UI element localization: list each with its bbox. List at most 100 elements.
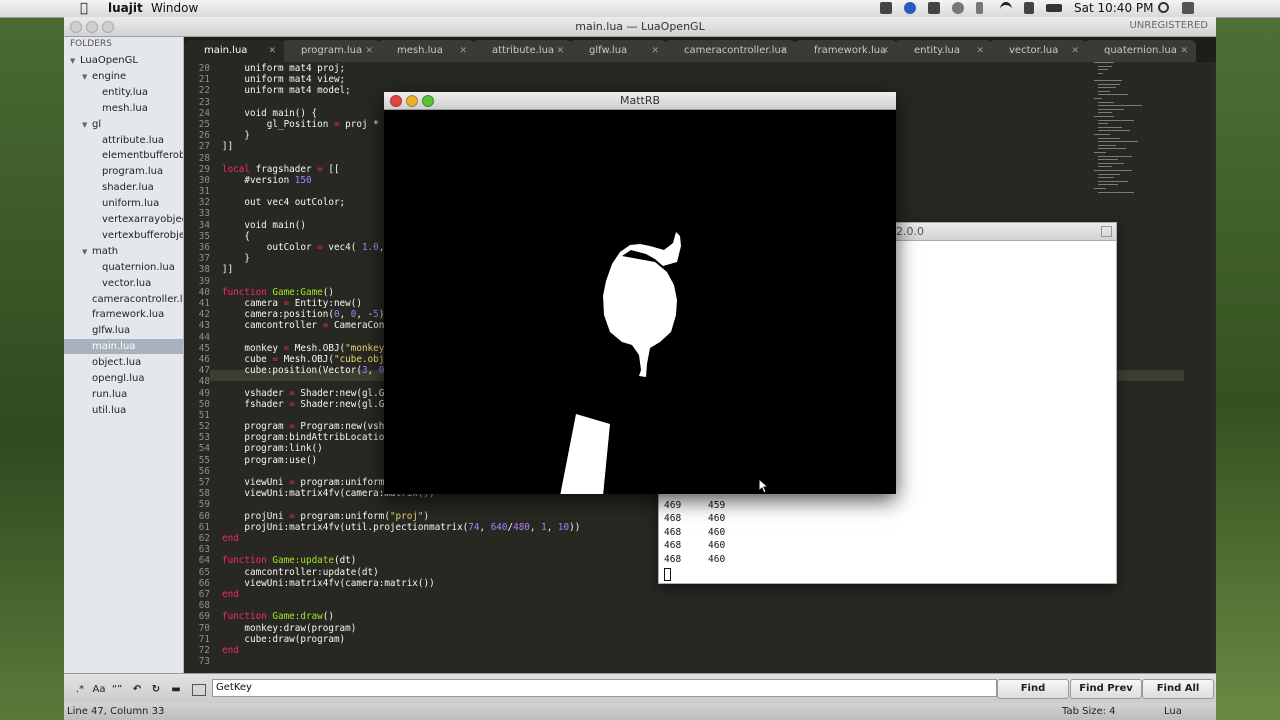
- code-line[interactable]: camcontroller:update(dt): [222, 567, 378, 578]
- minimap[interactable]: [1094, 62, 1160, 202]
- syntax-selector[interactable]: Lua: [1164, 706, 1182, 717]
- code-line[interactable]: {: [222, 231, 250, 242]
- find-all-button[interactable]: Find All: [1142, 679, 1214, 699]
- code-line[interactable]: monkey:draw(program): [222, 623, 356, 634]
- tab-program[interactable]: program.lua ✕: [281, 40, 381, 62]
- sidebar-file[interactable]: glfw.lua: [92, 323, 130, 338]
- highlight-matches-toggle-icon[interactable]: ▬: [170, 682, 182, 698]
- tab-quaternion[interactable]: quaternion.lua ✕: [1084, 40, 1196, 62]
- spotlight-search-icon[interactable]: [1158, 2, 1169, 13]
- code-line[interactable]: camera = Entity:new(): [222, 298, 362, 309]
- disclosure-arrow-icon[interactable]: ▼: [82, 118, 92, 133]
- menubar-clock[interactable]: Sat 10:40 PM: [1074, 1, 1153, 15]
- code-line[interactable]: vshader = Shader:new(gl.G: [222, 388, 384, 399]
- code-line[interactable]: }: [222, 253, 250, 264]
- code-line[interactable]: ]]: [222, 141, 233, 152]
- code-line[interactable]: end: [222, 533, 239, 544]
- disclosure-arrow-icon[interactable]: ▼: [70, 54, 80, 69]
- sidebar-folder[interactable]: ▼ LuaOpenGL: [70, 53, 138, 68]
- tab-close-icon[interactable]: ✕: [268, 40, 276, 62]
- disclosure-arrow-icon[interactable]: ▼: [82, 70, 92, 85]
- tab-vector[interactable]: vector.lua ✕: [989, 40, 1087, 62]
- code-line[interactable]: end: [222, 645, 239, 656]
- sidebar-file[interactable]: util.lua: [92, 403, 126, 418]
- sidebar-file[interactable]: opengl.lua: [92, 371, 145, 386]
- sidebar-folder[interactable]: ▼ engine: [82, 69, 126, 84]
- code-line[interactable]: uniform mat4 model;: [222, 85, 350, 96]
- tab-main[interactable]: main.lua ✕: [184, 40, 284, 62]
- notification-center-icon[interactable]: [1182, 2, 1194, 14]
- code-line[interactable]: camera:position(0, 0, -5): [222, 309, 384, 320]
- code-line[interactable]: function Game:Game(): [222, 287, 334, 298]
- status-icon-2[interactable]: [904, 2, 916, 14]
- code-line[interactable]: end: [222, 589, 239, 600]
- sidebar-file[interactable]: quaternion.lua: [102, 260, 175, 275]
- sidebar-file[interactable]: attribute.lua: [102, 133, 164, 148]
- find-button[interactable]: Find: [997, 679, 1069, 699]
- code-line[interactable]: viewUni:matrix4fv(camera:matrix()): [222, 578, 434, 589]
- bluetooth-icon[interactable]: [976, 2, 983, 14]
- code-line[interactable]: uniform mat4 proj;: [222, 63, 345, 74]
- code-line[interactable]: }: [222, 130, 250, 141]
- sidebar-file[interactable]: cameracontroller.lua: [92, 292, 183, 307]
- show-context-toggle-icon[interactable]: [192, 684, 206, 696]
- sidebar-file[interactable]: main.lua: [64, 339, 183, 355]
- status-icon-3[interactable]: [928, 2, 940, 14]
- sidebar-file[interactable]: mesh.lua: [102, 101, 148, 116]
- regex-toggle[interactable]: .*: [72, 682, 88, 698]
- sidebar-file[interactable]: uniform.lua: [102, 196, 159, 211]
- sidebar-file[interactable]: object.lua: [92, 355, 141, 370]
- code-line[interactable]: monkey = Mesh.OBJ("monkey: [222, 343, 384, 354]
- sidebar-file[interactable]: vertexbufferobject: [102, 228, 183, 243]
- sidebar-file[interactable]: program.lua: [102, 164, 163, 179]
- whole-word-toggle[interactable]: “”: [109, 682, 125, 698]
- tab-close-icon[interactable]: ✕: [976, 40, 984, 62]
- tab-close-icon[interactable]: ✕: [651, 40, 659, 62]
- apple-menu-icon[interactable]: : [80, 1, 88, 16]
- tab-close-icon[interactable]: ✕: [1071, 40, 1079, 62]
- code-line[interactable]: cube:draw(program): [222, 634, 345, 645]
- tab-attribute[interactable]: attribute.lua ✕: [472, 40, 572, 62]
- time-machine-icon[interactable]: [952, 2, 964, 14]
- tab-close-icon[interactable]: ✕: [881, 40, 889, 62]
- status-icon-1[interactable]: [880, 2, 892, 14]
- code-line[interactable]: gl_Position = proj *: [222, 119, 379, 130]
- tab-close-icon[interactable]: ✕: [556, 40, 564, 62]
- tab-close-icon[interactable]: ✕: [459, 40, 467, 62]
- code-line[interactable]: ]]: [222, 264, 233, 275]
- sidebar-folder[interactable]: ▼ gl: [82, 117, 101, 132]
- code-line[interactable]: out vec4 outColor;: [222, 197, 345, 208]
- tab-close-icon[interactable]: ✕: [365, 40, 373, 62]
- wrap-toggle-icon[interactable]: ↶: [131, 682, 143, 698]
- tab-entity[interactable]: entity.lua ✕: [894, 40, 992, 62]
- code-line[interactable]: program:use(): [222, 455, 317, 466]
- code-line[interactable]: #version 150: [222, 175, 311, 186]
- sidebar-file[interactable]: framework.lua: [92, 307, 164, 322]
- code-line[interactable]: program = Program:new(vsh: [222, 421, 384, 432]
- code-line[interactable]: program:link(): [222, 443, 322, 454]
- find-prev-button[interactable]: Find Prev: [1070, 679, 1142, 699]
- sidebar-file[interactable]: entity.lua: [102, 85, 148, 100]
- case-sensitive-toggle[interactable]: Aa: [90, 682, 108, 698]
- editor-scrollbar[interactable]: [1210, 62, 1216, 673]
- code-line[interactable]: projUni:matrix4fv(util.projectionmatrix(…: [222, 522, 580, 533]
- wifi-icon[interactable]: [1000, 2, 1012, 17]
- sidebar-folder[interactable]: ▼ math: [82, 244, 118, 259]
- find-input[interactable]: GetKey: [212, 679, 997, 697]
- code-line[interactable]: program:bindAttribLocatio: [222, 432, 384, 443]
- battery-icon[interactable]: [1046, 4, 1062, 12]
- code-line[interactable]: outColor = vec4( 1.0,: [222, 242, 385, 253]
- tab-mesh[interactable]: mesh.lua ✕: [377, 40, 475, 62]
- code-line[interactable]: function Game:draw(): [222, 611, 334, 622]
- code-line[interactable]: fshader = Shader:new(gl.G: [222, 399, 384, 410]
- disclosure-arrow-icon[interactable]: ▼: [82, 245, 92, 260]
- menu-app-name[interactable]: luajit: [108, 1, 143, 15]
- render-viewport[interactable]: [384, 110, 896, 494]
- sidebar-file[interactable]: run.lua: [92, 387, 127, 402]
- code-line[interactable]: function Game:update(dt): [222, 555, 356, 566]
- code-line[interactable]: projUni = program:uniform("proj"): [222, 511, 429, 522]
- code-line[interactable]: cube:position(Vector(3, 0: [222, 365, 384, 376]
- sidebar-file[interactable]: shader.lua: [102, 180, 154, 195]
- code-line[interactable]: camcontroller = CameraCon: [222, 320, 384, 331]
- code-line[interactable]: uniform mat4 view;: [222, 74, 345, 85]
